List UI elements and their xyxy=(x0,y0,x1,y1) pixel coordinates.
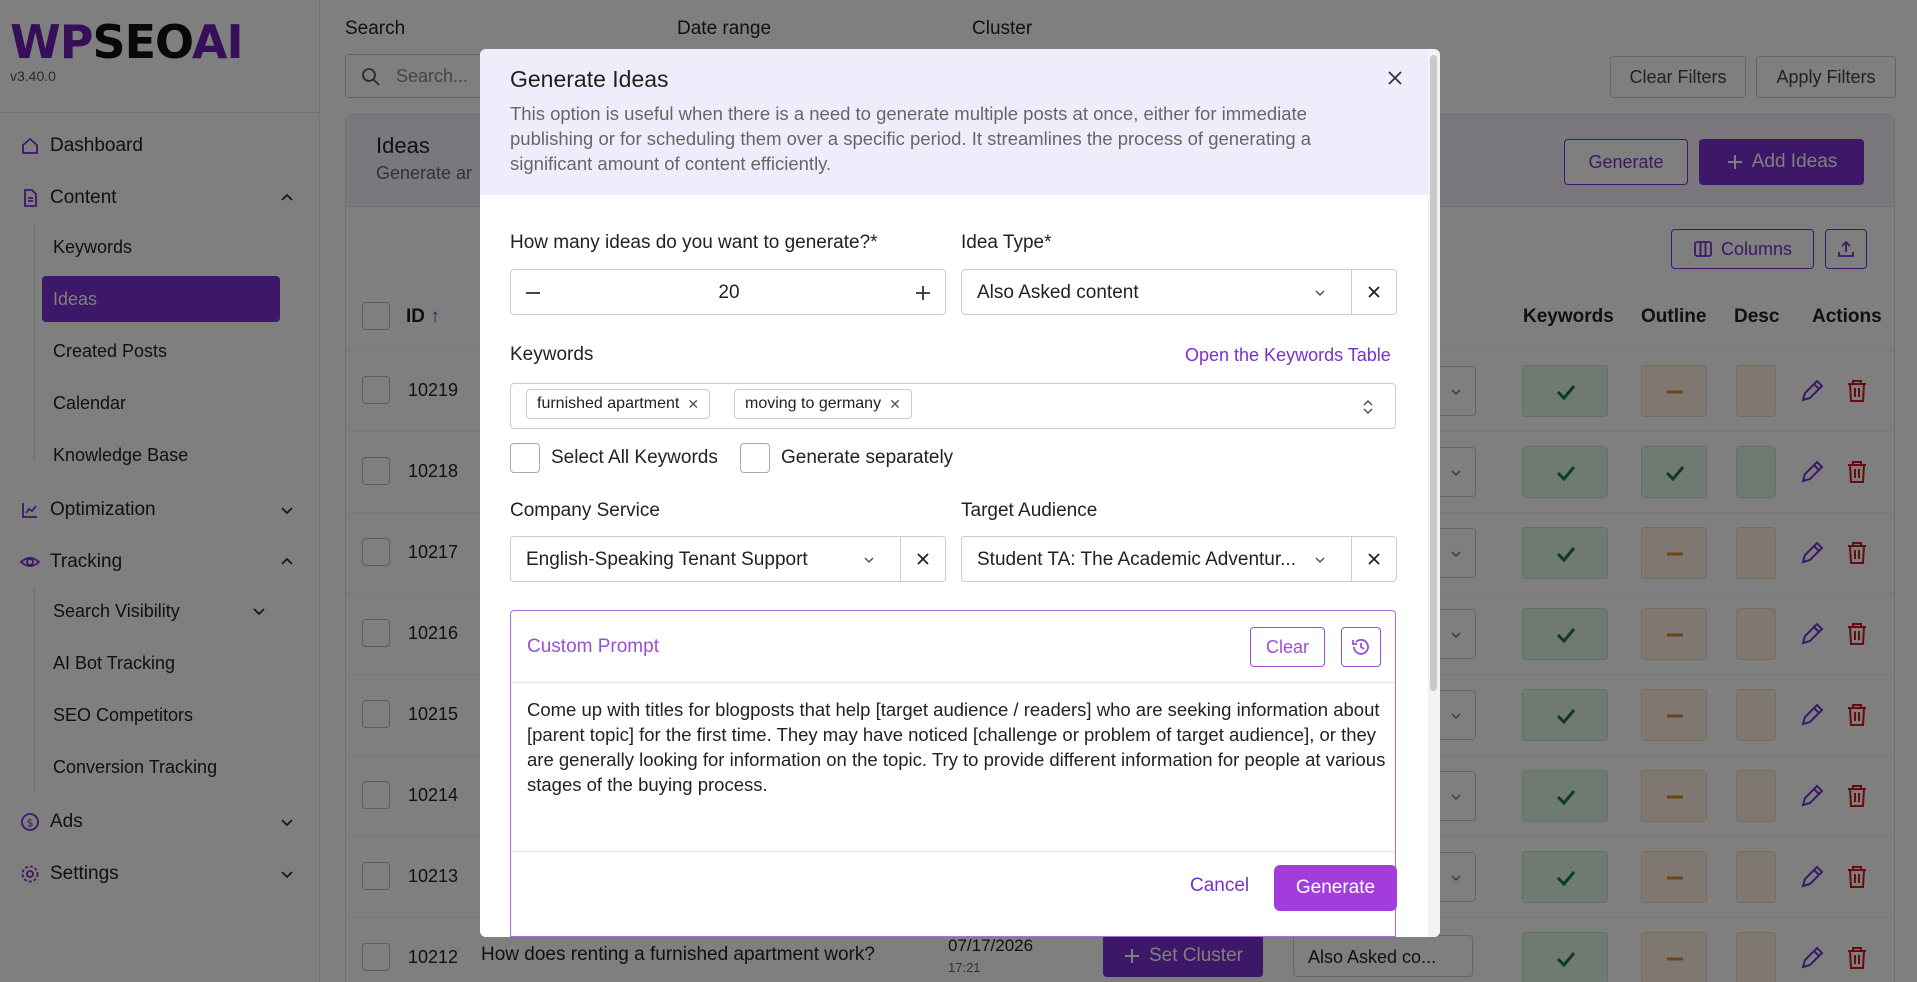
select-all-keywords-checkbox[interactable] xyxy=(510,443,540,473)
select-divider xyxy=(900,537,901,581)
close-icon[interactable] xyxy=(916,552,930,566)
open-keywords-table-link[interactable]: Open the Keywords Table xyxy=(1185,345,1391,366)
plus-icon[interactable] xyxy=(913,283,933,303)
close-icon[interactable]: ✕ xyxy=(889,396,901,413)
custom-prompt-panel: Custom Prompt Clear Come up with titles … xyxy=(510,610,1397,937)
custom-prompt-textarea[interactable]: Come up with titles for blogposts that h… xyxy=(527,697,1387,797)
close-icon[interactable]: ✕ xyxy=(687,396,699,413)
chevron-down-icon xyxy=(1315,290,1325,297)
modal-title: Generate Ideas xyxy=(510,66,669,92)
chevron-down-icon xyxy=(864,557,874,564)
select-divider xyxy=(1351,537,1352,581)
keyword-chip[interactable]: moving to germany ✕ xyxy=(734,389,912,419)
clear-prompt-button[interactable]: Clear xyxy=(1250,627,1325,667)
keywords-label: Keywords xyxy=(510,344,594,365)
idea-type-label: Idea Type* xyxy=(961,232,1052,253)
modal-scrollbar-thumb[interactable] xyxy=(1430,55,1437,691)
company-service-select[interactable]: English-Speaking Tenant Support xyxy=(510,536,946,582)
target-audience-select[interactable]: Student TA: The Academic Adventur... xyxy=(961,536,1397,582)
idea-count-label: How many ideas do you want to generate?* xyxy=(510,232,878,253)
chevron-updown-icon xyxy=(1363,399,1373,415)
generate-ideas-modal: Generate Ideas This option is useful whe… xyxy=(480,49,1440,937)
modal-description: This option is useful when there is a ne… xyxy=(510,103,1312,174)
idea-count-stepper[interactable]: 20 xyxy=(510,269,946,315)
chevron-down-icon xyxy=(1315,557,1325,564)
select-all-keywords-label: Select All Keywords xyxy=(551,447,718,468)
prompt-divider xyxy=(511,851,1395,852)
keyword-chip[interactable]: furnished apartment ✕ xyxy=(526,389,711,419)
custom-prompt-title: Custom Prompt xyxy=(527,636,659,657)
prompt-history-button[interactable] xyxy=(1341,627,1381,667)
cancel-button[interactable]: Cancel xyxy=(1190,875,1249,897)
history-icon xyxy=(1352,639,1369,655)
idea-type-select[interactable]: Also Asked content xyxy=(961,269,1397,315)
target-audience-label: Target Audience xyxy=(961,500,1098,521)
prompt-divider xyxy=(511,682,1395,683)
generate-separately-label: Generate separately xyxy=(781,447,954,468)
modal-header: Generate Ideas This option is useful whe… xyxy=(480,49,1428,195)
close-icon[interactable] xyxy=(1386,69,1404,87)
company-service-label: Company Service xyxy=(510,500,660,521)
close-icon[interactable] xyxy=(1367,285,1381,299)
close-icon[interactable] xyxy=(1367,552,1381,566)
select-divider xyxy=(1351,270,1352,314)
generate-separately-checkbox[interactable] xyxy=(740,443,770,473)
generate-button[interactable]: Generate xyxy=(1274,865,1397,911)
